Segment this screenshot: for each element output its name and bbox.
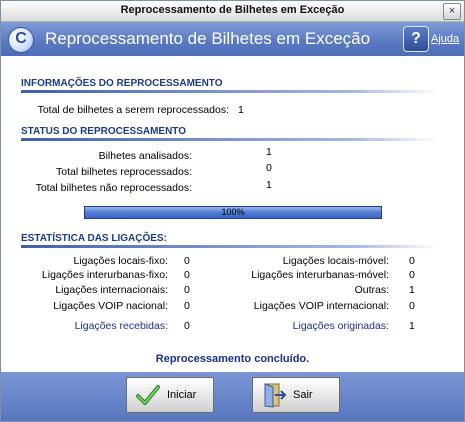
help-link[interactable]: Ajuda xyxy=(431,33,459,45)
originated-calls-link[interactable]: Ligações originadas: xyxy=(293,320,389,332)
voip-national-label: Ligações VOIP nacional: xyxy=(53,300,168,312)
long-distance-fixed-value: 0 xyxy=(184,269,190,281)
stats-section-heading: ESTATÍSTICA DAS LIGAÇÕES: xyxy=(21,233,167,244)
progress-label: 100% xyxy=(221,207,245,217)
section-divider xyxy=(21,245,438,248)
footer-bar xyxy=(1,372,464,421)
checkmark-icon xyxy=(136,385,160,405)
exit-door-icon xyxy=(264,383,287,408)
local-fixed-label: Ligações locais-fixo: xyxy=(73,255,168,267)
voip-international-label: Ligações VOIP internacional: xyxy=(253,300,389,312)
voip-international-value: 0 xyxy=(409,300,415,312)
progress-bar: 100% xyxy=(84,206,382,219)
reprocessed-value: 0 xyxy=(266,162,272,174)
other-label: Outras: xyxy=(354,284,389,296)
exit-button-label: Sair xyxy=(293,389,313,401)
other-value: 1 xyxy=(409,284,415,296)
local-mobile-value: 0 xyxy=(409,255,415,267)
section-divider xyxy=(21,138,438,141)
international-label: Ligações internacionais: xyxy=(55,284,168,296)
local-fixed-value: 0 xyxy=(184,255,190,267)
total-tickets-label: Total de bilhetes a serem reprocessados: xyxy=(37,104,229,116)
title-bar: Reprocessamento de Bilhetes em Exceção × xyxy=(1,1,464,22)
question-mark-icon[interactable]: ? xyxy=(403,26,429,52)
status-section-heading: STATUS DO REPROCESSAMENTO xyxy=(21,126,187,137)
dialog-window: Reprocessamento de Bilhetes em Exceção ×… xyxy=(0,0,465,422)
start-button-label: Iniciar xyxy=(167,389,197,401)
total-tickets-value: 1 xyxy=(238,104,244,116)
header-banner: C Reprocessamento de Bilhetes em Exceção… xyxy=(1,22,464,56)
long-distance-mobile-value: 0 xyxy=(409,269,415,281)
local-mobile-label: Ligações locais-móvel: xyxy=(282,255,389,267)
not-reprocessed-value: 1 xyxy=(266,179,272,191)
received-calls-value: 0 xyxy=(184,320,190,332)
voip-national-value: 0 xyxy=(184,300,190,312)
analyzed-label: Bilhetes analisados: xyxy=(98,150,192,162)
start-button[interactable]: Iniciar xyxy=(126,377,214,413)
app-logo-icon: C xyxy=(8,27,34,53)
section-divider xyxy=(21,90,438,93)
long-distance-fixed-label: Ligações interurbanas-fixo: xyxy=(41,269,168,281)
info-section-heading: INFORMAÇÕES DO REPROCESSAMENTO xyxy=(21,78,223,89)
completion-message: Reprocessamento concluído. xyxy=(155,353,310,365)
page-title: Reprocessamento de Bilhetes em Exceção xyxy=(45,29,371,48)
reprocessed-label: Total bilhetes reprocessados: xyxy=(56,166,192,178)
international-value: 0 xyxy=(184,284,190,296)
not-reprocessed-label: Total bilhetes não reprocessados: xyxy=(35,182,192,194)
exit-button[interactable]: Sair xyxy=(252,377,340,413)
originated-calls-value: 1 xyxy=(409,320,415,332)
long-distance-mobile-label: Ligações interurbanas-móvel: xyxy=(251,269,389,281)
close-button[interactable]: × xyxy=(443,3,461,20)
analyzed-value: 1 xyxy=(266,146,272,158)
received-calls-link[interactable]: Ligações recebidas: xyxy=(75,320,168,332)
window-title: Reprocessamento de Bilhetes em Exceção xyxy=(120,4,345,16)
